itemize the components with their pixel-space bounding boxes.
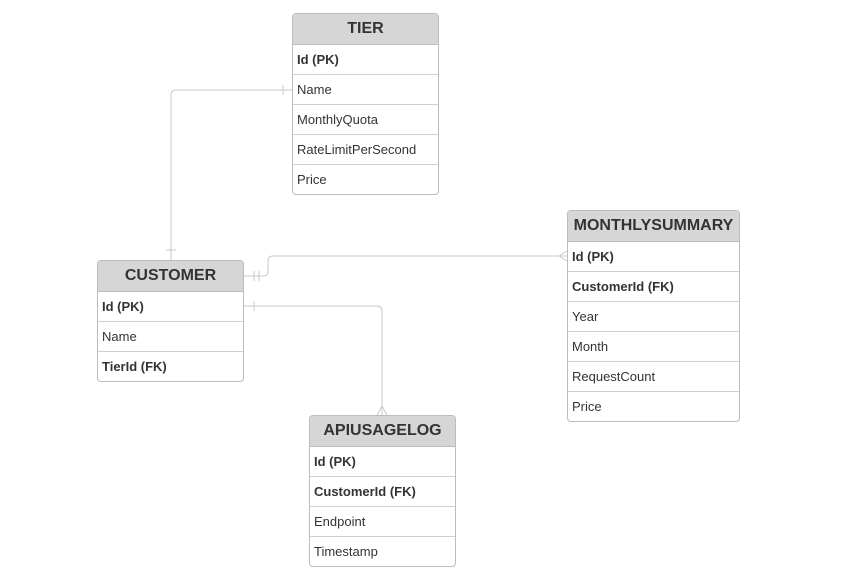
entity-attribute: Id (PK) (568, 242, 739, 272)
entity-attribute: Name (293, 75, 438, 105)
entity-title: TIER (293, 14, 438, 45)
entity-attribute: Id (PK) (293, 45, 438, 75)
entity-attribute: MonthlyQuota (293, 105, 438, 135)
entity-attribute: Endpoint (310, 507, 455, 537)
entity-attribute: Name (98, 322, 243, 352)
entity-attribute: Id (PK) (98, 292, 243, 322)
entity-monthlysummary[interactable]: MONTHLYSUMMARY Id (PK) CustomerId (FK) Y… (567, 210, 740, 422)
entity-title: MONTHLYSUMMARY (568, 211, 739, 242)
entity-tier[interactable]: TIER Id (PK) Name MonthlyQuota RateLimit… (292, 13, 439, 195)
entity-attribute: Id (PK) (310, 447, 455, 477)
entity-attribute: Price (297, 172, 327, 187)
connector-customer-monthlysummary[interactable] (244, 250, 568, 281)
entity-attribute: CustomerId (FK) (568, 272, 739, 302)
entity-customer[interactable]: CUSTOMER Id (PK) Name TierId (FK) (97, 260, 244, 382)
entity-attribute: Month (568, 332, 739, 362)
entity-attribute: Year (568, 302, 739, 332)
connector-tier-customer[interactable] (166, 85, 292, 260)
entity-attribute: RateLimitPerSecond (293, 135, 438, 165)
entity-title: CUSTOMER (98, 261, 243, 292)
entity-title: APIUSAGELOG (310, 416, 455, 447)
entity-attribute: Timestamp (314, 544, 378, 559)
entity-attribute: Price (572, 399, 602, 414)
entity-attribute: RequestCount (568, 362, 739, 392)
entity-attribute: CustomerId (FK) (310, 477, 455, 507)
connector-customer-apiusagelog[interactable] (244, 301, 388, 416)
entity-apiusagelog[interactable]: APIUSAGELOG Id (PK) CustomerId (FK) Endp… (309, 415, 456, 567)
entity-attribute: TierId (FK) (102, 359, 167, 374)
